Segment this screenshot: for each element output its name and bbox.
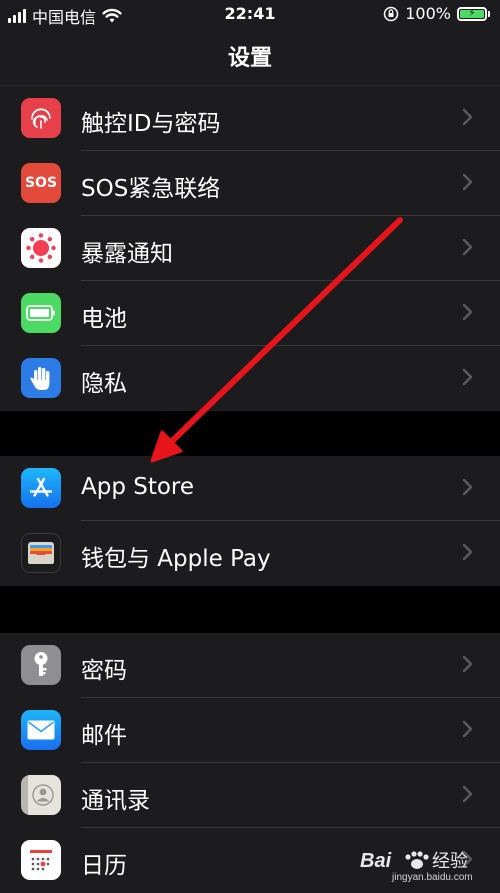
paw-icon — [405, 851, 429, 869]
watermark-url: jingyan.baidu.com — [391, 872, 473, 883]
watermark-brand: Bai — [360, 850, 392, 872]
watermark-brand-cn: 经验 — [432, 851, 468, 872]
watermark: Bai 经验 jingyan.baidu.com — [352, 843, 492, 883]
annotation-arrow — [150, 217, 403, 463]
